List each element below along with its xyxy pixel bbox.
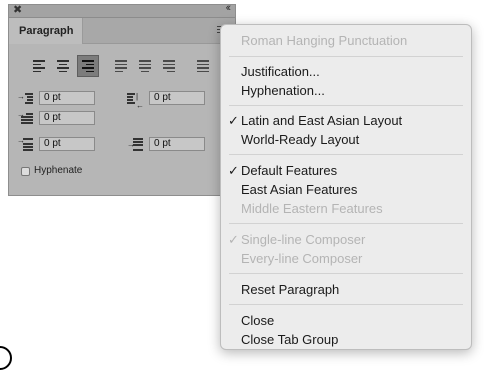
menu-item-hyphenation[interactable]: Hyphenation... — [241, 83, 325, 98]
hyphenate-label[interactable]: Hyphenate — [34, 165, 82, 176]
space-before-field[interactable]: 0 pt — [39, 137, 95, 151]
align-right-button[interactable] — [77, 55, 99, 77]
space-before-icon: → — [17, 136, 35, 151]
menu-item-middle-eastern-features: Middle Eastern Features — [241, 201, 383, 216]
menu-item-world-ready-layout[interactable]: World-Ready Layout — [241, 132, 359, 147]
menu-item-single-line-composer: ✓ Single-line Composer — [228, 232, 366, 247]
close-icon[interactable]: ✖ — [13, 3, 22, 16]
menu-item-close[interactable]: Close — [241, 313, 274, 328]
menu-item-east-asian-features[interactable]: East Asian Features — [241, 182, 357, 197]
menu-separator — [229, 304, 463, 305]
first-line-indent-field[interactable]: 0 pt — [39, 111, 95, 125]
align-left-button[interactable] — [29, 55, 51, 77]
first-line-indent-icon: → — [17, 110, 35, 125]
hyphenate-checkbox[interactable] — [21, 167, 30, 176]
menu-item-label: Single-line Composer — [241, 232, 366, 247]
panel-titlebar[interactable]: ✖ ‹‹ — [9, 2, 235, 18]
menu-item-reset-paragraph[interactable]: Reset Paragraph — [241, 282, 339, 297]
menu-separator — [229, 273, 463, 274]
paragraph-panel: ✖ ‹‹ Paragraph → 0 pt |← 0 pt → 0 pt → 0… — [8, 2, 236, 196]
justify-last-left-button[interactable] — [111, 55, 133, 77]
justify-all-button[interactable] — [193, 55, 215, 77]
collapse-icon[interactable]: ‹‹ — [226, 2, 232, 14]
space-after-icon: → — [127, 137, 145, 151]
right-indent-icon: |← — [127, 91, 145, 110]
menu-item-label: Latin and East Asian Layout — [241, 113, 403, 128]
left-indent-icon: → — [17, 91, 35, 105]
menu-item-roman-hanging-punctuation: Roman Hanging Punctuation — [241, 33, 408, 48]
checkmark-icon: ✓ — [228, 232, 239, 247]
menu-separator — [229, 105, 463, 106]
menu-item-latin-east-asian-layout[interactable]: ✓ Latin and East Asian Layout — [228, 113, 403, 128]
tab-strip — [83, 18, 235, 44]
menu-item-default-features[interactable]: ✓ Default Features — [228, 163, 338, 178]
left-indent-field[interactable]: 0 pt — [39, 91, 95, 105]
panel-flyout-menu: Roman Hanging Punctuation Justification.… — [220, 24, 472, 350]
right-indent-field[interactable]: 0 pt — [149, 91, 205, 105]
menu-item-close-tab-group[interactable]: Close Tab Group — [241, 332, 338, 347]
menu-item-every-line-composer: Every-line Composer — [241, 251, 363, 266]
menu-separator — [229, 154, 463, 155]
justify-last-center-button[interactable] — [135, 55, 157, 77]
checkmark-icon: ✓ — [228, 163, 239, 178]
menu-item-justification[interactable]: Justification... — [241, 64, 320, 79]
space-after-field[interactable]: 0 pt — [149, 137, 205, 151]
tab-paragraph[interactable]: Paragraph — [9, 18, 83, 44]
justify-last-right-button[interactable] — [159, 55, 181, 77]
checkmark-icon: ✓ — [228, 113, 239, 128]
menu-separator — [229, 223, 463, 224]
menu-separator — [229, 56, 463, 57]
align-center-button[interactable] — [53, 55, 75, 77]
cursor-circle-icon — [0, 346, 12, 370]
menu-item-label: Default Features — [241, 163, 338, 178]
